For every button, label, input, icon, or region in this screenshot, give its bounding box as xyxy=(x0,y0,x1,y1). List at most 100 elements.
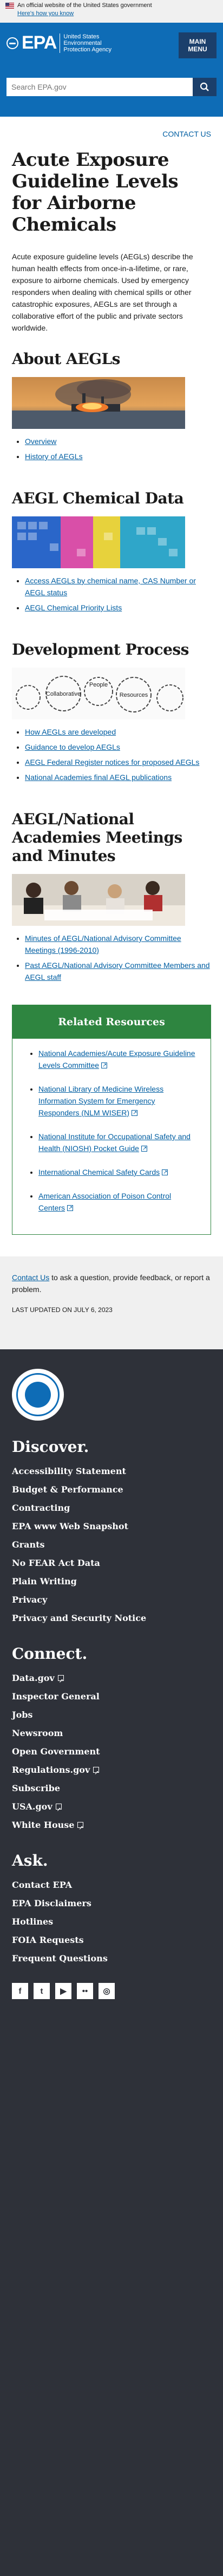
list-item: Overview xyxy=(25,435,211,447)
facebook-icon[interactable]: f xyxy=(12,1983,28,1999)
related-link[interactable]: American Association of Poison Control C… xyxy=(38,1192,172,1214)
footer-link-accessibility[interactable]: Accessibility Statement xyxy=(12,1466,126,1476)
section-heading-meetings: AEGL/National Academies Meetings and Min… xyxy=(12,810,182,865)
gear-label-people: People xyxy=(89,682,108,688)
related-resources-heading: Related Resources xyxy=(12,1005,211,1039)
footer-link-jobs[interactable]: Jobs xyxy=(12,1710,32,1720)
external-link-icon xyxy=(55,1801,62,1819)
us-flag-icon xyxy=(5,2,14,9)
footer-link-budget[interactable]: Budget & Performance xyxy=(12,1484,123,1495)
national-academies-publications-link[interactable]: National Academies final AEGL publicatio… xyxy=(25,773,172,782)
related-link-label: National Library of Medicine Wireless In… xyxy=(38,1085,164,1117)
search-input[interactable] xyxy=(6,78,193,96)
external-link-icon xyxy=(162,1167,168,1179)
footer-link-regulations-gov[interactable]: Regulations.gov xyxy=(12,1764,100,1783)
list-item: American Association of Poison Control C… xyxy=(38,1190,198,1214)
minutes-link[interactable]: Minutes of AEGL/National Advisory Commit… xyxy=(25,934,181,954)
site-footer: Discover. Accessibility Statement Budget… xyxy=(0,1349,223,2576)
list-item: AEGL Chemical Priority Lists xyxy=(25,602,211,614)
list-item: Past AEGL/National Advisory Committee Me… xyxy=(25,959,211,983)
about-links: Overview History of AEGLs xyxy=(12,435,211,462)
footer-link-label: USA.gov xyxy=(12,1801,53,1812)
related-link[interactable]: National Library of Medicine Wireless In… xyxy=(38,1085,164,1119)
gov-banner: An official website of the United States… xyxy=(0,0,223,23)
footer-link-newsroom[interactable]: Newsroom xyxy=(12,1728,63,1738)
external-link-icon xyxy=(101,1060,108,1072)
footer-link-contact-epa[interactable]: Contact EPA xyxy=(12,1880,72,1890)
flickr-icon[interactable]: •• xyxy=(77,1983,93,1999)
overview-link[interactable]: Overview xyxy=(25,437,56,446)
instagram-icon[interactable]: ◎ xyxy=(99,1983,115,1999)
list-item: How AEGLs are developed xyxy=(25,726,211,738)
search-icon xyxy=(200,82,209,91)
last-updated: LAST UPDATED ON JULY 6, 2023 xyxy=(12,1306,113,1314)
connect-heading: Connect. xyxy=(12,1645,88,1663)
how-developed-link[interactable]: How AEGLs are developed xyxy=(25,728,116,736)
main-menu-button[interactable]: MAIN MENU xyxy=(179,32,217,58)
epa-globe-icon xyxy=(6,37,18,49)
list-item: History of AEGLs xyxy=(25,450,211,462)
priority-lists-link[interactable]: AEGL Chemical Priority Lists xyxy=(25,603,122,612)
related-link[interactable]: National Institute for Occupational Safe… xyxy=(38,1132,191,1155)
federal-register-link[interactable]: AEGL Federal Register notices for propos… xyxy=(25,758,199,766)
footer-link-disclaimers[interactable]: EPA Disclaimers xyxy=(12,1898,91,1908)
footer-link-subscribe[interactable]: Subscribe xyxy=(12,1783,60,1793)
external-link-icon xyxy=(57,1672,64,1691)
footer-link-white-house[interactable]: White House xyxy=(12,1819,84,1838)
contact-us-link[interactable]: Contact Us xyxy=(12,1273,49,1282)
related-link-label: American Association of Poison Control C… xyxy=(38,1192,172,1212)
related-link[interactable]: National Academies/Acute Exposure Guidel… xyxy=(38,1049,195,1072)
footer-link-plain-writing[interactable]: Plain Writing xyxy=(12,1576,77,1586)
list-item: International Chemical Safety Cards xyxy=(38,1166,198,1179)
epa-logo[interactable]: EPA United States Environmental Protecti… xyxy=(6,32,124,53)
footer-link-data-gov[interactable]: Data.gov xyxy=(12,1672,64,1691)
footer-link-open-government[interactable]: Open Government xyxy=(12,1746,100,1757)
chemical-data-image xyxy=(12,516,185,568)
history-link[interactable]: History of AEGLs xyxy=(25,452,83,461)
related-link[interactable]: International Chemical Safety Cards xyxy=(38,1167,168,1179)
footer-link-no-fear[interactable]: No FEAR Act Data xyxy=(12,1558,100,1568)
official-site-text: An official website of the United States… xyxy=(17,2,152,9)
agency-name: United States Environmental Protection A… xyxy=(60,33,124,53)
list-item: Guidance to develop AEGLs xyxy=(25,741,211,753)
related-resources-list: National Academies/Acute Exposure Guidel… xyxy=(12,1039,211,1234)
twitter-icon[interactable]: t xyxy=(34,1983,50,1999)
heres-how-you-know-link[interactable]: Here's how you know xyxy=(17,10,74,17)
footer-link-faq[interactable]: Frequent Questions xyxy=(12,1953,108,1963)
feedback-text: Contact Us to ask a question, provide fe… xyxy=(12,1272,211,1295)
related-link-label: International Chemical Safety Cards xyxy=(38,1168,160,1176)
past-members-link[interactable]: Past AEGL/National Advisory Committee Me… xyxy=(25,961,210,981)
development-process-image: Collaborative People Resources xyxy=(12,668,185,719)
footer-link-privacy-security[interactable]: Privacy and Security Notice xyxy=(12,1613,146,1623)
youtube-icon[interactable]: ▶ xyxy=(55,1983,71,1999)
main-menu-label: MAIN MENU xyxy=(188,38,207,53)
feedback-box: Contact Us to ask a question, provide fe… xyxy=(0,1256,223,1349)
ask-list: Contact EPA EPA Disclaimers Hotlines FOI… xyxy=(12,1876,211,1968)
logo-text: EPA xyxy=(22,32,57,53)
footer-link-usa-gov[interactable]: USA.gov xyxy=(12,1801,62,1819)
list-item: National Library of Medicine Wireless In… xyxy=(38,1083,198,1119)
external-link-icon xyxy=(93,1764,100,1783)
footer-link-foia[interactable]: FOIA Requests xyxy=(12,1935,84,1945)
search-bar xyxy=(6,78,217,96)
section-heading-chemical-data: AEGL Chemical Data xyxy=(12,489,184,507)
footer-link-contracting[interactable]: Contracting xyxy=(12,1503,70,1513)
footer-link-privacy[interactable]: Privacy xyxy=(12,1595,47,1605)
footer-link-grants[interactable]: Grants xyxy=(12,1539,45,1550)
discover-heading: Discover. xyxy=(12,1438,89,1456)
access-aegls-link[interactable]: Access AEGLs by chemical name, CAS Numbe… xyxy=(25,576,196,597)
related-resources-box: Related Resources National Academies/Acu… xyxy=(12,1005,211,1235)
list-item: National Academies final AEGL publicatio… xyxy=(25,771,211,783)
footer-link-web-snapshot[interactable]: EPA www Web Snapshot xyxy=(12,1521,128,1531)
search-button[interactable] xyxy=(193,78,217,96)
external-link-icon xyxy=(77,1819,84,1838)
related-link-label: National Institute for Occupational Safe… xyxy=(38,1132,191,1153)
contact-us-top-link[interactable]: CONTACT US xyxy=(162,130,211,138)
intro-text: Acute exposure guideline levels (AEGLs) … xyxy=(12,252,193,332)
epa-seal-icon xyxy=(12,1369,64,1421)
about-image xyxy=(12,377,185,429)
footer-link-hotlines[interactable]: Hotlines xyxy=(12,1916,53,1927)
footer-link-label: Data.gov xyxy=(12,1673,55,1683)
guidance-link[interactable]: Guidance to develop AEGLs xyxy=(25,743,120,751)
footer-link-inspector-general[interactable]: Inspector General xyxy=(12,1691,100,1701)
